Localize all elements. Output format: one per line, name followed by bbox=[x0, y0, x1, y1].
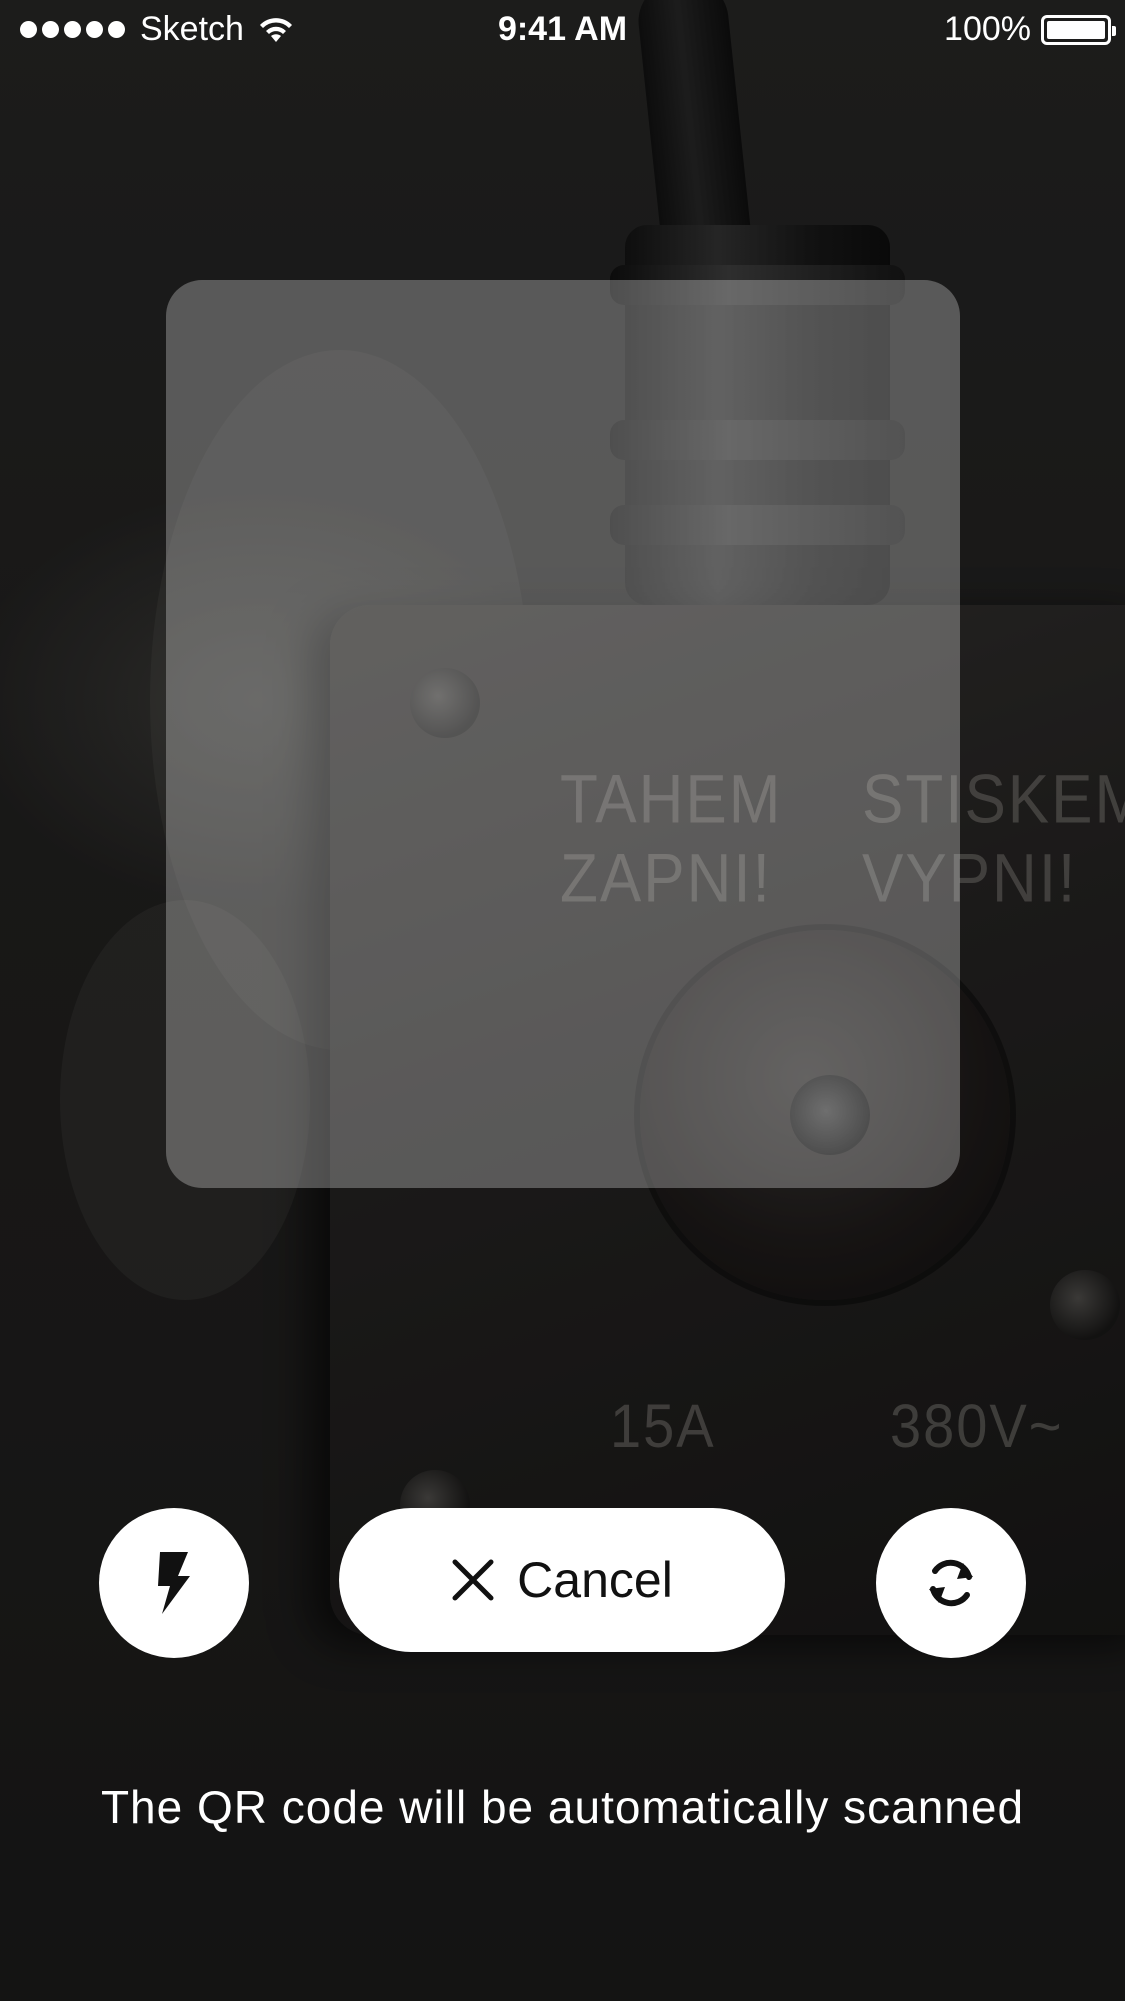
status-bar: Sketch 9:41 AM 100% bbox=[0, 0, 1125, 60]
flash-icon bbox=[158, 1552, 190, 1614]
battery-fill bbox=[1047, 20, 1105, 39]
scan-window bbox=[166, 280, 960, 1188]
switch-camera-icon bbox=[929, 1559, 973, 1607]
battery-icon bbox=[1041, 14, 1116, 45]
qr-scanner-screen: TAHEM ZAPNI! STISKEM VYPNI! 15A 380V~ Sket… bbox=[0, 0, 1125, 2001]
cancel-button[interactable]: Cancel bbox=[339, 1508, 785, 1652]
flash-button[interactable] bbox=[99, 1508, 249, 1658]
switch-camera-button[interactable] bbox=[876, 1508, 1026, 1658]
close-icon bbox=[452, 1559, 494, 1601]
battery-percent: 100% bbox=[944, 10, 1031, 48]
status-right: 100% bbox=[944, 10, 1116, 49]
cancel-label: Cancel bbox=[517, 1552, 673, 1608]
scan-hint: The QR code will be automatically scanne… bbox=[100, 1781, 1025, 1833]
